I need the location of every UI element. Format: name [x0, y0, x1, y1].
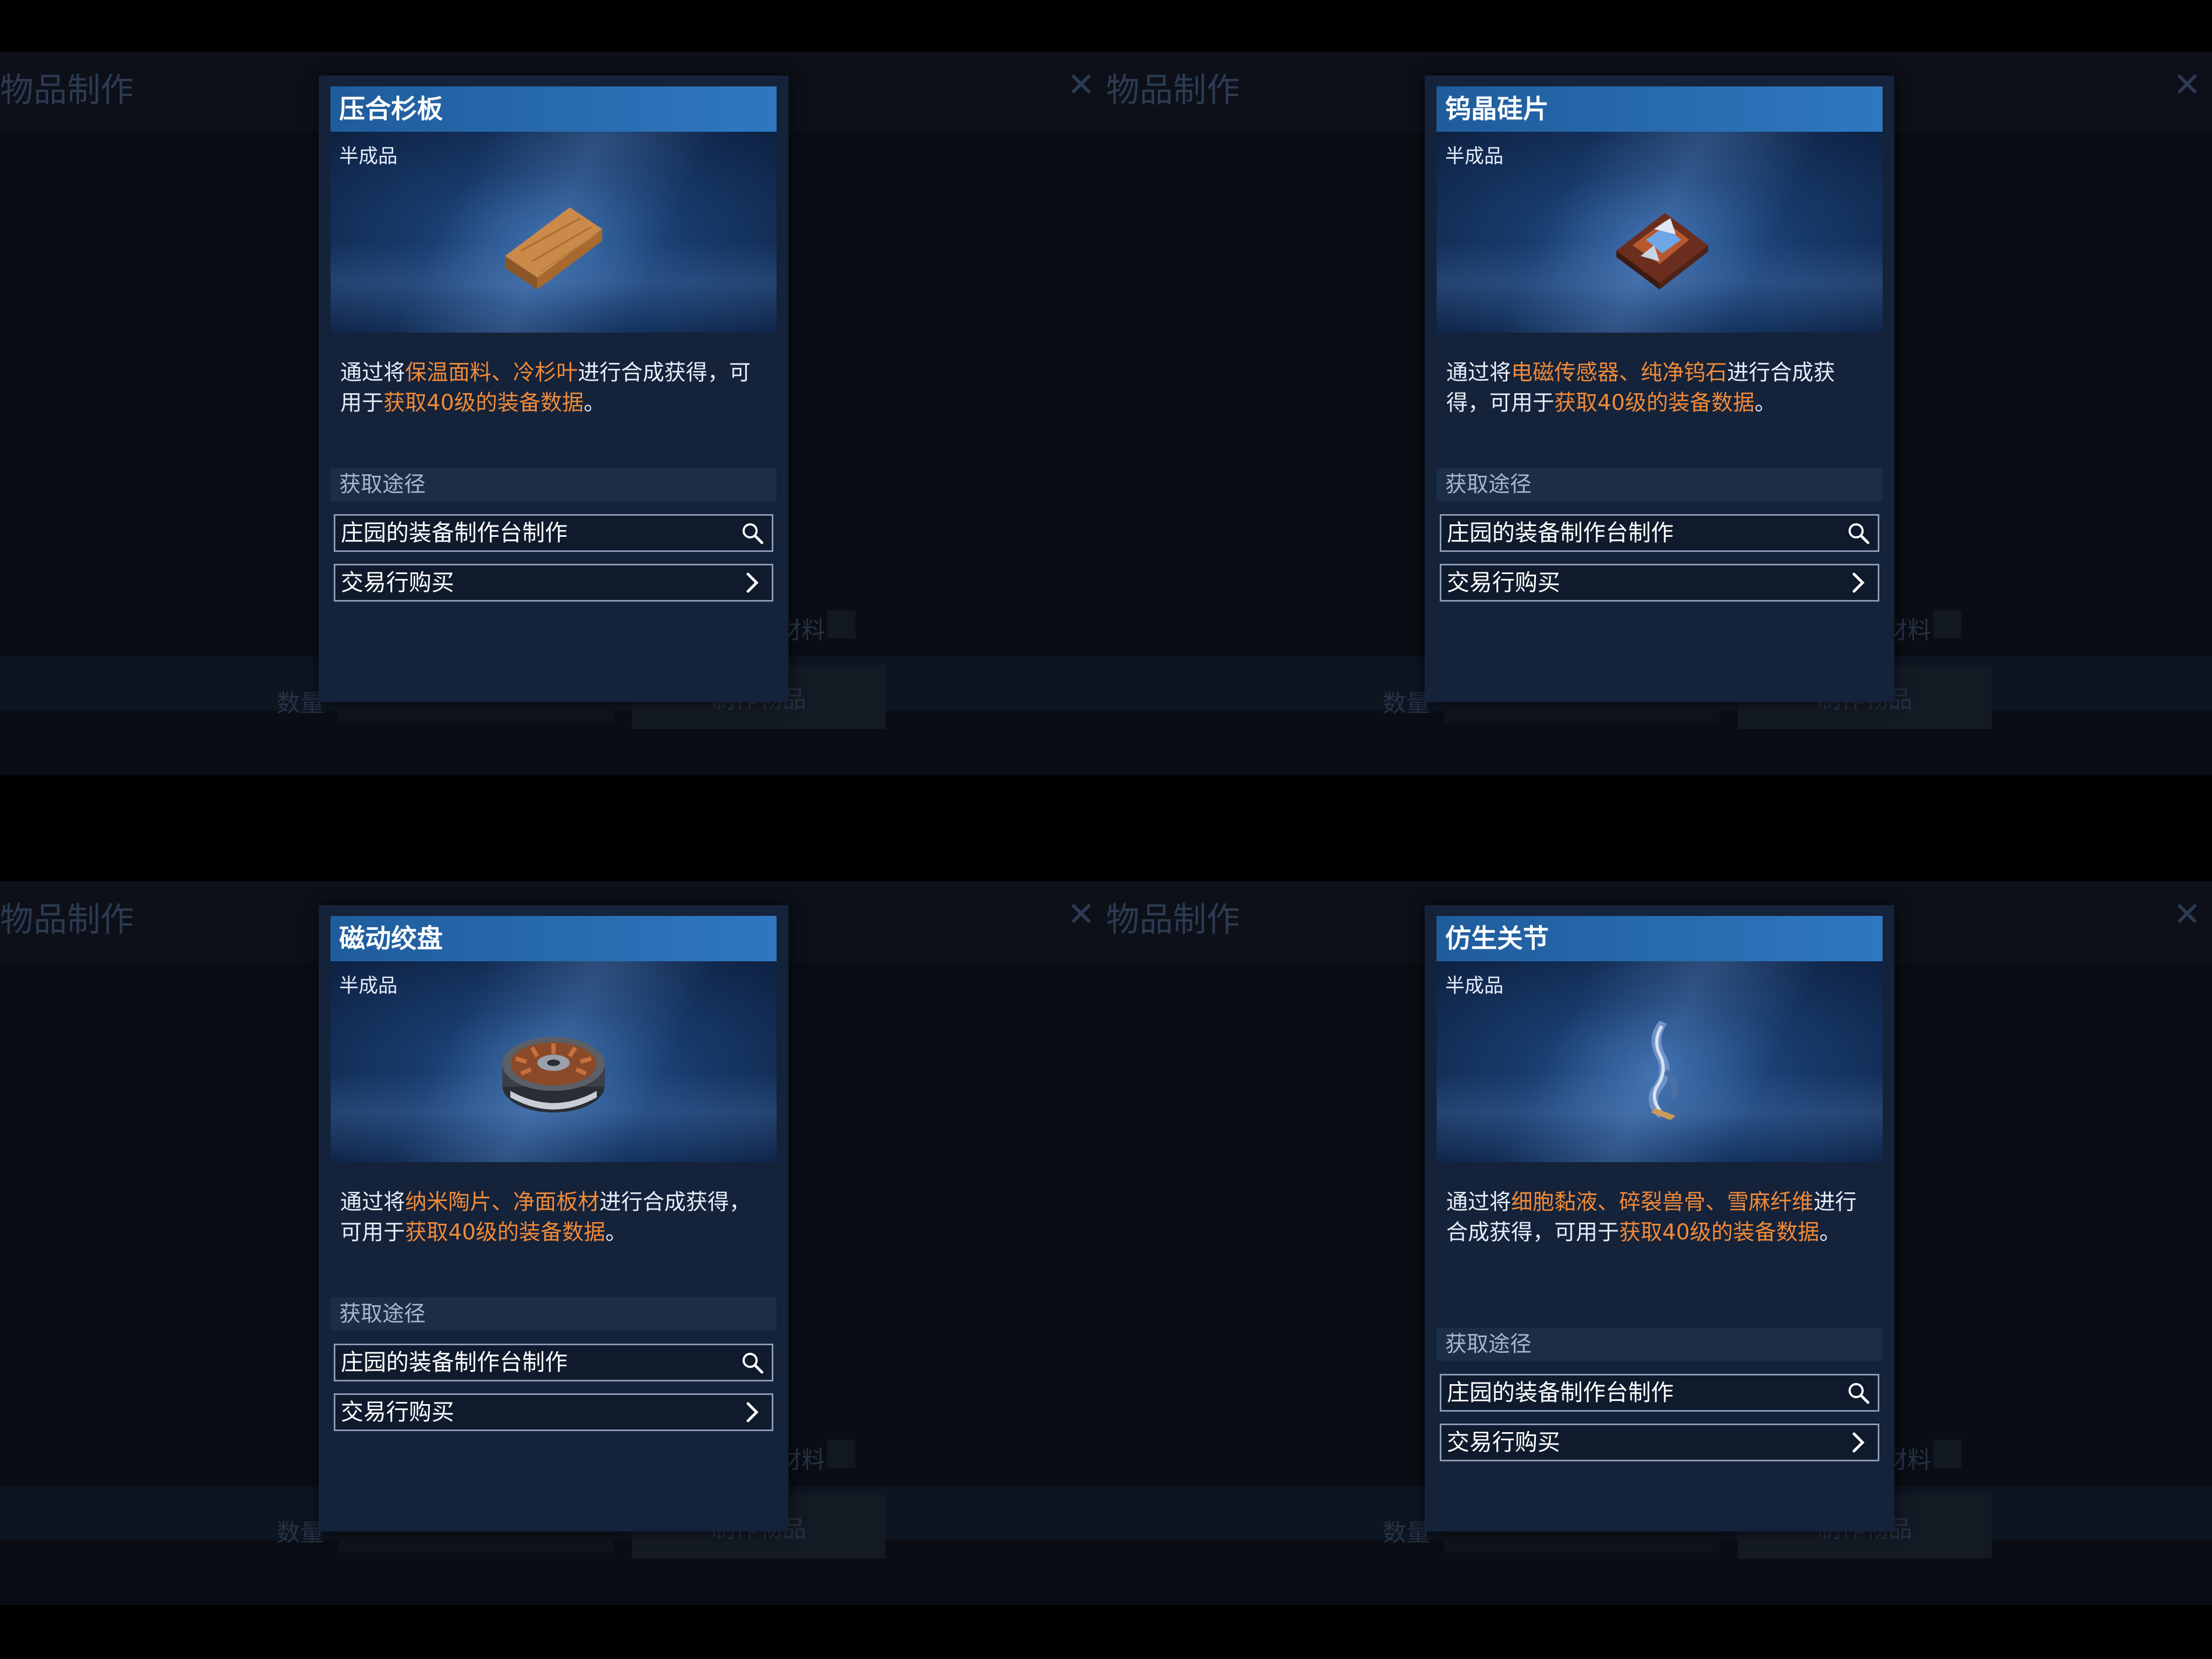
materials-highlight: 保温面料、冷杉叶 [405, 360, 578, 385]
search-icon[interactable] [740, 1351, 764, 1374]
item-detail-panel: 压合杉板 半成品 通过将保温面料、冷杉叶进行合成获得，可用于获取40级的装备数据… [319, 76, 788, 702]
source-label: 庄园的装备制作台制作 [1447, 1379, 1674, 1406]
source-label: 庄园的装备制作台制作 [341, 520, 568, 546]
item-detail-panel: 钨晶硅片 半成品 通过将电磁传感器、纯净钨石进行合成获得，可用于获取40级的装备… [1425, 76, 1894, 702]
item-banner: 半成品 [1437, 132, 1883, 333]
quantity-label: 数量 [276, 1519, 324, 1547]
source-row-trade[interactable]: 交易行购买 [1440, 564, 1879, 602]
search-icon[interactable] [1846, 521, 1870, 545]
quantity-label: 数量 [1382, 690, 1430, 717]
source-row-crafting[interactable]: 庄园的装备制作台制作 [1440, 1374, 1879, 1412]
item-title: 钨晶硅片 [1437, 86, 1883, 132]
source-row-crafting[interactable]: 庄园的装备制作台制作 [334, 514, 773, 552]
source-label: 交易行购买 [341, 1399, 455, 1425]
close-icon[interactable]: ✕ [1067, 68, 1095, 102]
source-label: 交易行购买 [341, 569, 455, 596]
item-description: 通过将保温面料、冷杉叶进行合成获得，可用于获取40级的装备数据。 [340, 360, 751, 415]
plywood-board-icon [505, 207, 602, 289]
item-banner: 半成品 [331, 961, 777, 1162]
materials-highlight: 纳米陶片、净面板材 [405, 1190, 599, 1215]
item-tooltip-view-4: 物品制作 ✕ 材料 数量 制作物品 仿生关节 半成品 通过将细胞黏液、碎裂兽骨、… [1106, 830, 2212, 1659]
item-subtype: 半成品 [1445, 145, 1504, 167]
item-subtype: 半成品 [1445, 975, 1504, 997]
chevron-right-icon[interactable] [1846, 1431, 1870, 1454]
item-title: 仿生关节 [1437, 916, 1883, 961]
source-header: 获取途径 [331, 468, 777, 501]
source-row-crafting[interactable]: 庄园的装备制作台制作 [334, 1344, 773, 1381]
chevron-right-icon[interactable] [740, 1400, 764, 1424]
screen-title: 物品制作 [0, 70, 134, 110]
source-row-trade[interactable]: 交易行购买 [1440, 1424, 1879, 1461]
usage-highlight: 获取40级的装备数据 [1619, 1220, 1819, 1245]
item-detail-panel: 仿生关节 半成品 通过将细胞黏液、碎裂兽骨、雪麻纤维进行合成获得，可用于获取40… [1425, 905, 1894, 1532]
quantity-label: 数量 [1382, 1519, 1430, 1547]
source-header: 获取途径 [331, 1297, 777, 1331]
item-description: 通过将电磁传感器、纯净钨石进行合成获得，可用于获取40级的装备数据。 [1446, 360, 1835, 415]
usage-highlight: 获取40级的装备数据 [405, 1220, 605, 1245]
screen-title: 物品制作 [0, 900, 134, 939]
bionic-joint-icon [1648, 1021, 1677, 1120]
source-row-trade[interactable]: 交易行购买 [334, 1393, 773, 1431]
search-icon[interactable] [1846, 1381, 1870, 1405]
materials-checkbox[interactable] [1933, 1440, 1961, 1468]
close-icon[interactable]: ✕ [1067, 898, 1095, 931]
source-header: 获取途径 [1437, 1327, 1883, 1361]
item-banner: 半成品 [1437, 961, 1883, 1162]
item-subtype: 半成品 [339, 975, 398, 997]
magnetic-winch-icon [502, 1037, 605, 1112]
source-label: 交易行购买 [1447, 1429, 1561, 1455]
chevron-right-icon[interactable] [740, 571, 764, 595]
item-description: 通过将纳米陶片、净面板材进行合成获得，可用于获取40级的装备数据。 [340, 1190, 751, 1245]
quantity-label: 数量 [276, 690, 324, 717]
screen-title: 物品制作 [1106, 70, 1240, 110]
item-subtype: 半成品 [339, 145, 398, 167]
item-banner: 半成品 [331, 132, 777, 333]
item-tooltip-view-2: 物品制作 ✕ 材料 数量 制作物品 钨晶硅片 半成品 通过将电磁传感器、纯净钨石… [1106, 0, 2212, 830]
source-label: 交易行购买 [1447, 569, 1561, 596]
materials-checkbox[interactable] [827, 610, 855, 638]
source-label: 庄园的装备制作台制作 [1447, 520, 1674, 546]
materials-checkbox[interactable] [827, 1440, 855, 1468]
item-description: 通过将细胞黏液、碎裂兽骨、雪麻纤维进行合成获得，可用于获取40级的装备数据。 [1446, 1190, 1857, 1245]
materials-checkbox[interactable] [1933, 610, 1961, 638]
usage-highlight: 获取40级的装备数据 [383, 390, 584, 415]
item-title: 压合杉板 [331, 86, 777, 132]
source-row-crafting[interactable]: 庄园的装备制作台制作 [1440, 514, 1879, 552]
item-tooltip-view-1: 物品制作 ✕ 材料 数量 制作物品 压合杉板 半成品 通过将保温面料、冷杉叶进行… [0, 0, 1106, 830]
search-icon[interactable] [740, 521, 764, 545]
materials-highlight: 细胞黏液、碎裂兽骨、雪麻纤维 [1511, 1190, 1813, 1215]
screen-title: 物品制作 [1106, 900, 1240, 939]
close-icon[interactable]: ✕ [2173, 898, 2201, 931]
usage-highlight: 获取40级的装备数据 [1554, 390, 1755, 415]
source-label: 庄园的装备制作台制作 [341, 1349, 568, 1375]
close-icon[interactable]: ✕ [2173, 68, 2201, 102]
source-row-trade[interactable]: 交易行购买 [334, 564, 773, 602]
crystal-silicon-chip-icon [1616, 213, 1708, 289]
chevron-right-icon[interactable] [1846, 571, 1870, 595]
materials-highlight: 电磁传感器、纯净钨石 [1511, 360, 1727, 385]
item-title: 磁动绞盘 [331, 916, 777, 961]
source-header: 获取途径 [1437, 468, 1883, 501]
item-tooltip-view-3: 物品制作 ✕ 材料 数量 制作物品 磁动绞盘 半成品 [0, 830, 1106, 1659]
item-detail-panel: 磁动绞盘 半成品 通过将纳米陶片、净面板材进行合成获得，可用于获取40级的装备数… [319, 905, 788, 1532]
